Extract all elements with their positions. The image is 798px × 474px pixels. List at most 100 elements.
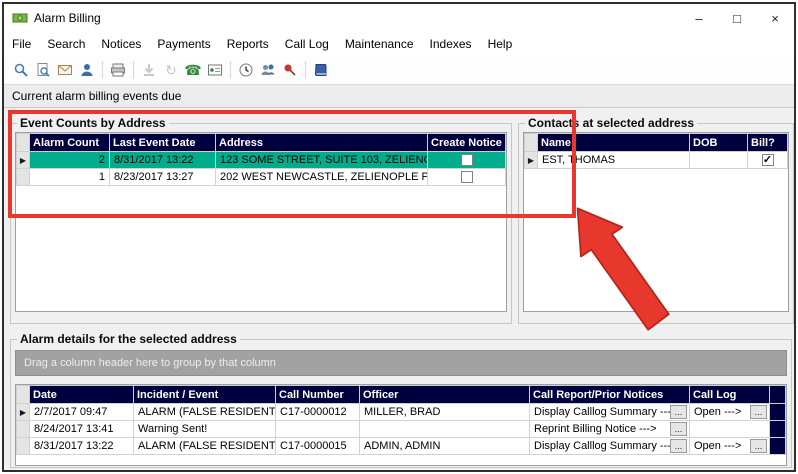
ellipsis-button[interactable]: ... [750, 405, 767, 419]
toolbar-download-button[interactable] [138, 59, 160, 81]
toolbar-pin-button[interactable] [279, 59, 301, 81]
contacts-panel: Contacts at selected address Name DOB Bi… [518, 116, 794, 324]
grid-filler [770, 438, 786, 455]
col-incident-event[interactable]: Incident / Event [134, 386, 276, 404]
table-row[interactable]: 8/24/2017 13:41 Warning Sent! Reprint Bi… [17, 421, 786, 438]
menu-file[interactable]: File [4, 37, 39, 51]
row-indicator: ▶ [17, 404, 30, 421]
menu-payments[interactable]: Payments [149, 37, 218, 51]
col-create-notice[interactable]: Create Notice [428, 134, 506, 152]
toolbar-contact-button[interactable] [76, 59, 98, 81]
menu-help[interactable]: Help [480, 37, 521, 51]
grid-filler [770, 386, 786, 404]
toolbar-search-button[interactable] [10, 59, 32, 81]
close-button[interactable]: × [756, 4, 794, 32]
menu-maintenance[interactable]: Maintenance [337, 37, 422, 51]
row-indicator [17, 169, 30, 186]
ellipsis-button[interactable]: ... [750, 439, 767, 453]
table-row[interactable]: ▶ 2/7/2017 09:47 ALARM (FALSE RESIDENTIA… [17, 404, 786, 421]
toolbar-print-button[interactable] [107, 59, 129, 81]
menu-indexes[interactable]: Indexes [422, 37, 480, 51]
col-dob[interactable]: DOB [690, 134, 748, 152]
create-notice-checkbox[interactable] [461, 154, 473, 166]
find-document-icon [35, 62, 51, 78]
phonebook-icon [207, 62, 223, 78]
table-row[interactable]: 8/31/2017 13:22 ALARM (FALSE RESIDENTIA … [17, 438, 786, 455]
menu-notices[interactable]: Notices [93, 37, 149, 51]
group-by-bar[interactable]: Drag a column header here to group by th… [15, 350, 787, 376]
incident-cell: ALARM (FALSE RESIDENTIA [134, 438, 276, 455]
officer-cell [360, 421, 530, 438]
menu-bar: File Search Notices Payments Reports Cal… [4, 32, 794, 56]
date-cell: 8/24/2017 13:41 [30, 421, 134, 438]
call-log-link[interactable]: Open ---> [694, 440, 741, 452]
call-report-link[interactable]: Display Calllog Summary ---> [534, 406, 670, 418]
header-row: Name DOB Bill? [525, 134, 788, 152]
alarm-details-panel: Alarm details for the selected address D… [10, 332, 792, 468]
window-controls: – □ × [680, 4, 794, 32]
ellipsis-button[interactable]: ... [670, 439, 687, 453]
incident-cell: ALARM (FALSE RESIDENTIA [134, 404, 276, 421]
people-icon [260, 62, 276, 78]
contact-icon [79, 62, 95, 78]
menu-reports[interactable]: Reports [219, 37, 277, 51]
row-indicator: ▶ [525, 152, 538, 169]
call-number-cell: C17-0000012 [276, 404, 360, 421]
minimize-button[interactable]: – [680, 4, 718, 32]
ellipsis-button[interactable]: ... [670, 422, 687, 436]
toolbar-separator [305, 61, 306, 79]
toolbar-refresh-button[interactable]: ↻ [160, 59, 182, 81]
table-row[interactable]: 1 8/23/2017 13:27 202 WEST NEWCASTLE, ZE… [17, 169, 506, 186]
col-alarm-count[interactable]: Alarm Count [30, 134, 110, 152]
menu-search[interactable]: Search [39, 37, 93, 51]
toolbar-phonebook-button[interactable] [204, 59, 226, 81]
alarm-count-cell: 1 [30, 169, 110, 186]
ellipsis-button[interactable]: ... [670, 405, 687, 419]
col-call-log[interactable]: Call Log [690, 386, 770, 404]
phone-icon: ☎ [184, 63, 201, 77]
row-indicator [17, 421, 30, 438]
table-row[interactable]: ▶ EST, THOMAS [525, 152, 788, 169]
col-address[interactable]: Address [216, 134, 428, 152]
toolbar-separator [133, 61, 134, 79]
call-log-cell [690, 421, 770, 438]
contacts-title: Contacts at selected address [525, 116, 697, 130]
col-last-event-date[interactable]: Last Event Date [110, 134, 216, 152]
menu-call-log[interactable]: Call Log [277, 37, 337, 51]
header-row: Date Incident / Event Call Number Office… [17, 386, 786, 404]
row-indicator [17, 438, 30, 455]
last-event-date-cell: 8/31/2017 13:22 [110, 152, 216, 169]
pin-icon [282, 62, 298, 78]
create-notice-checkbox[interactable] [461, 171, 473, 183]
title-bar: Alarm Billing – □ × [4, 4, 794, 32]
col-name[interactable]: Name [538, 134, 690, 152]
col-call-number[interactable]: Call Number [276, 386, 360, 404]
table-row[interactable]: ▶ 2 8/31/2017 13:22 123 SOME STREET, SUI… [17, 152, 506, 169]
refresh-icon: ↻ [165, 63, 177, 77]
call-log-link[interactable]: Open ---> [694, 406, 741, 418]
toolbar-people-button[interactable] [257, 59, 279, 81]
col-bill[interactable]: Bill? [748, 134, 788, 152]
indicator-header [525, 134, 538, 152]
event-counts-panel: Event Counts by Address Alarm Count Last… [10, 116, 512, 324]
search-icon [13, 62, 29, 78]
call-report-link[interactable]: Reprint Billing Notice ---> [534, 423, 657, 435]
call-number-cell [276, 421, 360, 438]
toolbar-phone-button[interactable]: ☎ [182, 59, 204, 81]
grid-filler [770, 421, 786, 438]
toolbar-history-button[interactable] [235, 59, 257, 81]
call-report-link[interactable]: Display Calllog Summary ---> [534, 440, 670, 452]
maximize-button[interactable]: □ [718, 4, 756, 32]
row-indicator: ▶ [17, 152, 30, 169]
col-date[interactable]: Date [30, 386, 134, 404]
history-clock-icon [238, 62, 254, 78]
grid-filler [770, 404, 786, 421]
alarm-details-grid: Date Incident / Event Call Number Office… [15, 384, 787, 466]
toolbar-book-button[interactable] [310, 59, 332, 81]
bill-checkbox[interactable] [762, 154, 774, 166]
col-officer[interactable]: Officer [360, 386, 530, 404]
toolbar-email-button[interactable] [54, 59, 76, 81]
money-icon [12, 10, 28, 26]
col-call-report[interactable]: Call Report/Prior Notices [530, 386, 690, 404]
toolbar-find-document-button[interactable] [32, 59, 54, 81]
